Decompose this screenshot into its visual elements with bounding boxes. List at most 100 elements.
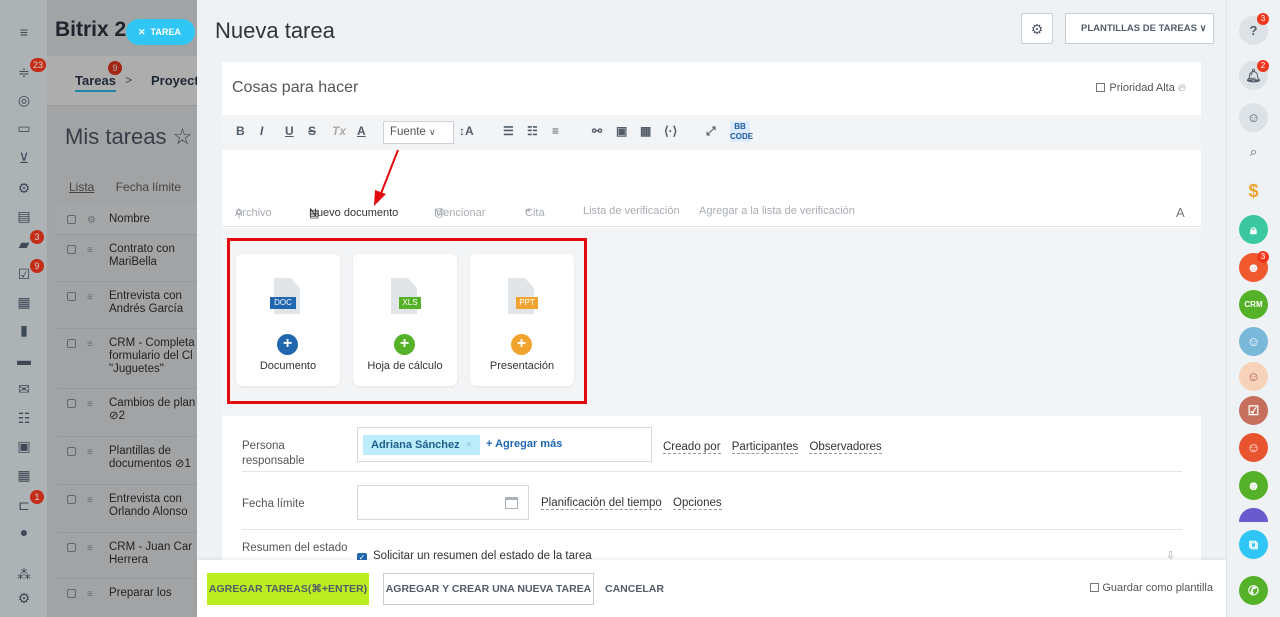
bold-button[interactable]: B <box>236 124 245 138</box>
table-row[interactable]: ≡ CRM - Completa formulario del Cl "Jugue… <box>57 328 197 388</box>
calendar-icon[interactable]: ▤ <box>15 208 33 224</box>
more-avatars-icon[interactable] <box>1239 508 1268 522</box>
italic-button[interactable]: I <box>260 124 263 138</box>
screen-share-icon[interactable]: ⧉ <box>1239 530 1268 559</box>
font-size-button[interactable]: ↕A <box>459 124 474 138</box>
checklist-button[interactable]: Lista de verificación <box>583 205 680 217</box>
table-row[interactable]: ≡ Plantillas de documentos ⊘1 <box>57 436 197 484</box>
cart-icon[interactable]: ⊻ <box>15 150 33 166</box>
table-row[interactable]: ≡ Entrevista con Andrés García <box>57 281 197 328</box>
create-document-card[interactable]: DOC + Documento <box>236 254 340 386</box>
row-checkbox[interactable] <box>67 589 76 598</box>
search-icon[interactable]: ⌕ <box>1239 137 1268 166</box>
text-format-toggle[interactable]: A <box>1176 205 1185 220</box>
avatar[interactable]: ☺ <box>1239 362 1268 391</box>
drag-icon[interactable]: ≡ <box>87 446 93 459</box>
clear-format-button[interactable]: Tx <box>332 124 346 138</box>
tab-tasks[interactable]: Tareas <box>75 73 116 92</box>
observers-link[interactable]: Observadores <box>809 441 882 454</box>
doc-icon[interactable]: ▮ <box>15 322 33 338</box>
bullet-list-icon[interactable]: ☷ <box>527 124 538 138</box>
table-row[interactable]: ≡ CRM - Juan Car Herrera <box>57 532 197 578</box>
settings-icon[interactable]: ⚙ <box>15 590 33 606</box>
calendar-icon[interactable] <box>505 497 518 509</box>
table-icon[interactable]: ▦ <box>640 124 651 138</box>
table-row[interactable]: ≡ Preparar los <box>57 578 197 608</box>
create-presentation-card[interactable]: PPT + Presentación <box>470 254 574 386</box>
row-checkbox[interactable] <box>67 447 76 456</box>
crm-icon[interactable]: CRM <box>1239 290 1268 319</box>
gear-icon[interactable]: ⚙ <box>87 214 96 227</box>
lock-icon[interactable]: 🔒︎ <box>1239 215 1268 244</box>
responsible-field[interactable]: Adriana Sánchez × + Agregar más <box>357 427 652 462</box>
bbcode-button[interactable]: BB CODE <box>730 121 753 142</box>
drive-icon[interactable]: ▦ <box>15 294 33 310</box>
task-templates-button[interactable]: PLANTILLAS DE TAREAS ∨ <box>1065 13 1214 44</box>
time-planning-link[interactable]: Planificación del tiempo <box>541 497 662 510</box>
avatar[interactable]: ☺ <box>1239 327 1268 356</box>
mail-icon[interactable]: ✉ <box>15 381 33 397</box>
tab-projects[interactable]: Proyect <box>151 73 199 88</box>
table-row[interactable]: ≡ Cambios de plan ⊘2 <box>57 388 197 436</box>
priority-checkbox[interactable] <box>1096 83 1106 92</box>
settings-gear-button[interactable]: ⚙ <box>1021 13 1053 44</box>
filter-deadline[interactable]: Fecha límite <box>116 180 181 194</box>
responsible-chip[interactable]: Adriana Sánchez × <box>363 435 481 455</box>
participants-link[interactable]: Participantes <box>731 441 799 454</box>
table-row[interactable]: ≡ Contrato con MariBella <box>57 234 197 281</box>
chat-icon[interactable]: ◎ <box>15 92 33 108</box>
add-task-button[interactable]: AGREGAR TAREAS(⌘+ENTER) <box>207 573 369 605</box>
row-checkbox[interactable] <box>67 292 76 301</box>
grid-icon[interactable]: ▦ <box>15 467 33 483</box>
options-link[interactable]: Opciones <box>673 497 722 510</box>
image-icon[interactable]: ▣ <box>616 124 627 138</box>
card-icon[interactable]: ▬ <box>15 352 33 368</box>
drag-icon[interactable]: ≡ <box>87 398 93 411</box>
row-checkbox[interactable] <box>67 495 76 504</box>
underline-button[interactable]: U <box>285 124 294 138</box>
align-icon[interactable]: ≡ <box>552 124 559 138</box>
row-checkbox[interactable] <box>67 543 76 552</box>
save-template-checkbox[interactable] <box>1090 583 1100 592</box>
strike-button[interactable]: S <box>308 124 316 138</box>
drag-icon[interactable]: ≡ <box>87 244 93 257</box>
row-checkbox[interactable] <box>67 245 76 254</box>
cancel-button[interactable]: CANCELAR <box>605 573 664 605</box>
deadline-input[interactable] <box>357 485 529 520</box>
tarea-close-pill[interactable]: ✕ TAREA <box>126 19 195 45</box>
font-select[interactable]: Fuente ∨ <box>383 121 454 144</box>
create-spreadsheet-card[interactable]: XLS + Hoja de cálculo <box>353 254 457 386</box>
dollar-icon[interactable]: $ <box>1239 177 1268 206</box>
row-checkbox[interactable] <box>67 399 76 408</box>
text-color-button[interactable]: A <box>357 124 366 138</box>
add-and-create-new-button[interactable]: AGREGAR Y CREAR UNA NUEVA TAREA <box>383 573 594 605</box>
table-row[interactable]: ≡ Entrevista con Orlando Alonso <box>57 484 197 532</box>
row-checkbox[interactable] <box>67 339 76 348</box>
add-more-link[interactable]: + Agregar más <box>486 438 562 450</box>
filter-list[interactable]: Lista <box>69 180 94 194</box>
link-icon[interactable]: ⚯ <box>592 124 602 138</box>
team-icon[interactable]: ☻ <box>1239 471 1268 500</box>
save-as-template-toggle[interactable]: Guardar como plantilla <box>1090 582 1213 594</box>
created-by-link[interactable]: Creado por <box>663 441 721 454</box>
group-icon[interactable]: ☷ <box>15 410 33 426</box>
task-title-input[interactable]: Cosas para hacer <box>232 79 358 97</box>
numbered-list-icon[interactable]: ☰ <box>503 124 514 138</box>
task-check-icon[interactable]: ☑ <box>1239 396 1268 425</box>
user-icon[interactable]: ☺ <box>1239 433 1268 462</box>
drag-icon[interactable]: ≡ <box>87 494 93 507</box>
sitemap-icon[interactable]: ⁂ <box>15 566 33 582</box>
drag-icon[interactable]: ≡ <box>87 338 93 351</box>
add-to-checklist-button[interactable]: Agregar a la lista de verificación <box>699 205 855 217</box>
menu-icon[interactable]: ≡ <box>15 24 33 40</box>
high-priority-toggle[interactable]: Prioridad Alta 🔥︎ <box>1096 82 1186 95</box>
select-all-checkbox[interactable] <box>67 215 76 224</box>
board-icon[interactable]: ▣ <box>15 438 33 454</box>
phone-icon[interactable]: ✆ <box>1239 576 1268 605</box>
drag-icon[interactable]: ≡ <box>87 291 93 304</box>
chat-bubble-icon[interactable]: ☺ <box>1239 103 1268 132</box>
drag-icon[interactable]: ≡ <box>87 542 93 555</box>
fullscreen-icon[interactable]: ⤢ <box>706 124 716 139</box>
remove-chip-icon[interactable]: × <box>466 439 472 451</box>
window-icon[interactable]: ▭ <box>15 120 33 136</box>
